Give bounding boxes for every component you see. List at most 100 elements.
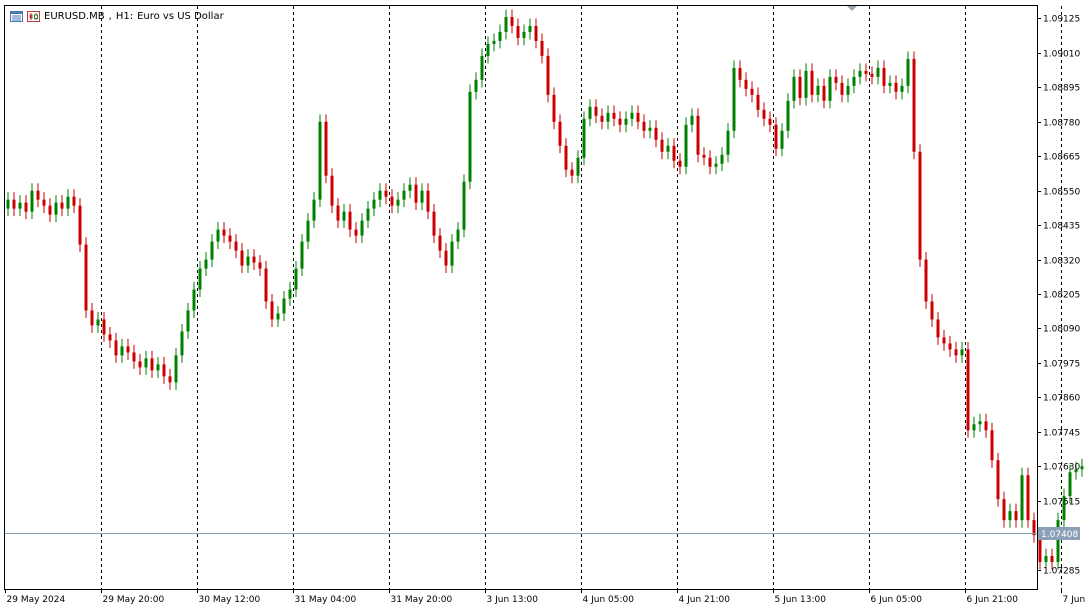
candle-body (528, 25, 532, 32)
candle-body (684, 124, 688, 167)
candle-body (198, 268, 202, 290)
plot-frame (4, 5, 1038, 590)
candle-body (1032, 520, 1036, 536)
candle-body (1050, 556, 1054, 563)
candle-body (450, 241, 454, 266)
y-tick-label: 1.08665 (1043, 153, 1080, 163)
candle-body (228, 235, 232, 242)
y-tick-label: 1.08895 (1043, 84, 1080, 94)
candle-body (612, 112, 616, 119)
candle-body (564, 145, 568, 170)
candle-body (102, 319, 106, 335)
candle-body (960, 349, 964, 356)
candle-body (552, 94, 556, 122)
candle-body (174, 355, 178, 383)
candle-body (78, 205, 82, 245)
candle-body (264, 268, 268, 302)
candle-body (660, 139, 664, 152)
candle-body (852, 76, 856, 86)
x-tick-label: 4 Jun 05:00 (583, 595, 635, 605)
chart-window[interactable]: EURUSD.MB, H1: Euro vs US Dollar 1.09125… (0, 0, 1086, 607)
current-price-label: 1.07408 (1041, 530, 1078, 540)
candle-body (882, 67, 886, 86)
candle-body (240, 250, 244, 266)
candle-body (192, 289, 196, 311)
candle-body (24, 202, 28, 212)
candle-body (444, 250, 448, 266)
candle-body (252, 256, 256, 263)
candle-body (96, 319, 100, 326)
candle-body (30, 190, 34, 212)
candle-body (690, 115, 694, 125)
candle-body (726, 130, 730, 155)
candle-body (666, 145, 670, 152)
y-tick-label: 1.07515 (1043, 498, 1080, 508)
candle-body (156, 364, 160, 371)
candle-body (822, 85, 826, 101)
candle-body (354, 229, 358, 236)
candle-body (234, 241, 238, 251)
candle-body (492, 40, 496, 44)
candle-body (876, 67, 880, 77)
candle-body (222, 229, 226, 236)
x-tick-label: 31 May 04:00 (295, 595, 357, 605)
candle-body (522, 31, 526, 38)
x-tick-label: 6 Jun 05:00 (871, 595, 923, 605)
candle-body (828, 76, 832, 101)
y-tick-label: 1.07860 (1043, 394, 1080, 404)
candle-body (516, 25, 520, 38)
candlestick-chart[interactable]: 1.09125 1.09010 1.08895 1.08780 1.08665 1.085… (0, 0, 1086, 607)
candle-body (888, 82, 892, 86)
candle-body (678, 160, 682, 167)
candle-body (1014, 511, 1018, 521)
y-tick-label: 1.09010 (1043, 50, 1080, 60)
candle-body (786, 100, 790, 131)
candle-body (294, 268, 298, 290)
candle-body (900, 85, 904, 92)
candle-body (1002, 499, 1006, 521)
candle-body (42, 199, 46, 206)
y-tick-label: 1.08090 (1043, 325, 1080, 335)
candle-body (210, 241, 214, 260)
candle-body (732, 67, 736, 131)
candle-body (66, 196, 70, 209)
candle-body (894, 82, 898, 92)
candle-body (594, 106, 598, 116)
candle-body (18, 202, 22, 209)
candle-body (36, 190, 40, 200)
candle-body (996, 460, 1000, 500)
candle-body (414, 184, 418, 203)
candle-body (48, 205, 52, 215)
candle-body (606, 112, 610, 122)
candle-body (804, 70, 808, 98)
candle-body (84, 244, 88, 311)
y-tick-label: 1.08550 (1043, 188, 1080, 198)
y-tick-label: 1.07975 (1043, 360, 1080, 370)
candle-body (72, 196, 76, 206)
candle-body (432, 211, 436, 236)
candle-body (276, 313, 280, 320)
candle-body (204, 259, 208, 269)
candle-body (780, 130, 784, 149)
candle-body (366, 208, 370, 221)
candle-body (324, 121, 328, 176)
candle-body (834, 76, 838, 83)
candle-body (618, 118, 622, 125)
candle-body (456, 229, 460, 242)
candle-body (420, 190, 424, 203)
candle-body (372, 199, 376, 209)
candle-body (408, 184, 412, 191)
candle-body (702, 154, 706, 158)
candle-body (396, 199, 400, 206)
candle-body (1008, 511, 1012, 521)
candle-body (720, 154, 724, 164)
x-tick-label: 30 May 12:00 (199, 595, 261, 605)
candle-body (918, 151, 922, 260)
candle-body (180, 331, 184, 356)
candle-body (768, 118, 772, 125)
candle-body (948, 343, 952, 350)
candle-body (1020, 475, 1024, 521)
candle-body (270, 301, 274, 320)
candle-body (654, 127, 658, 140)
candle-body (810, 70, 814, 95)
